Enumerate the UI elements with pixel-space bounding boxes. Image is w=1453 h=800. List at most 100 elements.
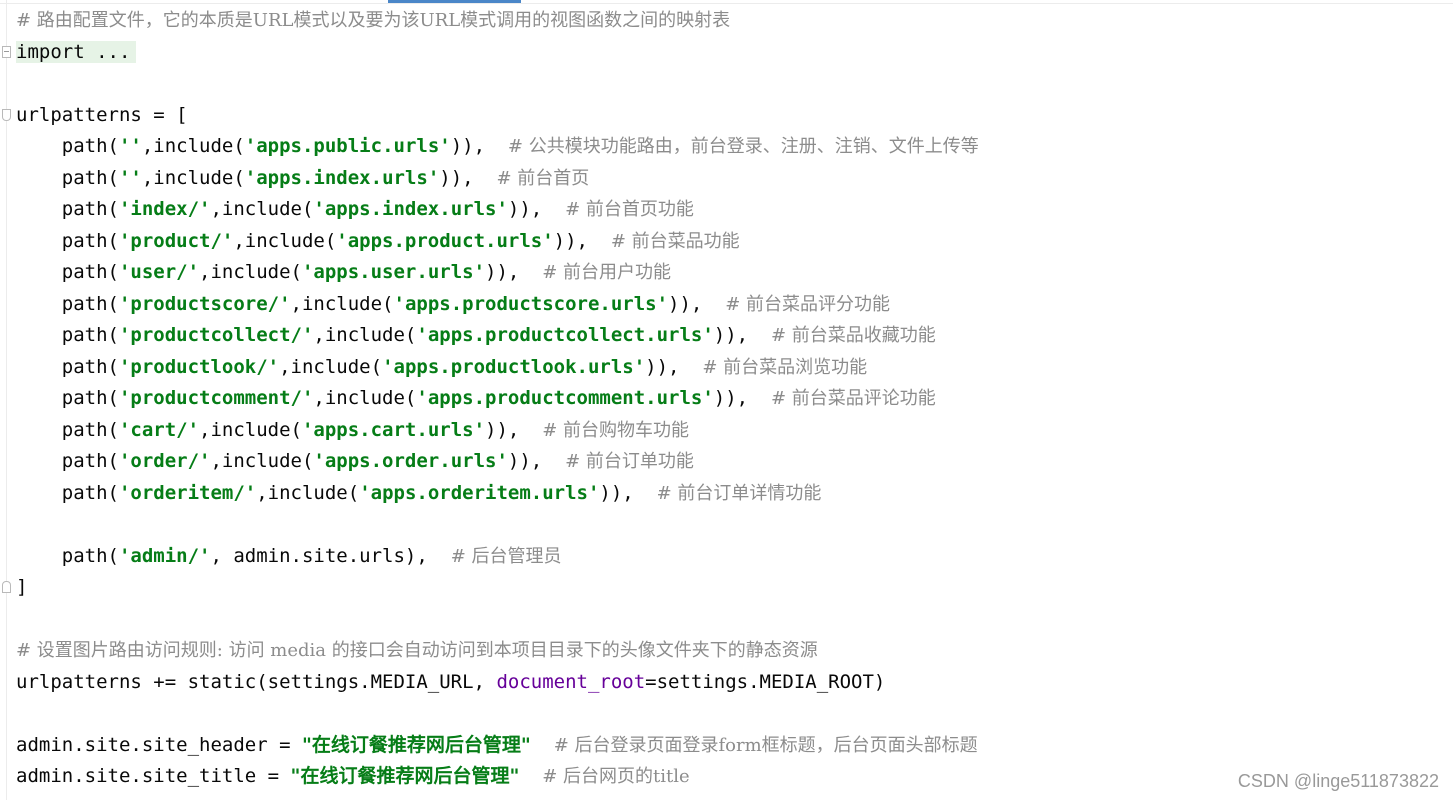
- code-string: 'index/': [118, 198, 211, 220]
- code-comment: # 前台订单功能: [565, 451, 694, 472]
- code-comment: # 前台菜品收藏功能: [771, 325, 936, 346]
- code-string: 'apps.order.urls': [313, 450, 508, 472]
- code-token: path(: [16, 198, 119, 220]
- code-string: 'orderitem/': [118, 481, 257, 504]
- code-comment: # 后台网页的title: [542, 766, 690, 787]
- code-line[interactable]: import ...: [2, 37, 1453, 69]
- code-string: 'admin/': [118, 544, 211, 567]
- code-token: )),: [485, 261, 543, 283]
- code-token: urlpatterns = [: [16, 103, 188, 126]
- code-token: )),: [553, 229, 611, 252]
- code-token: path(: [16, 135, 119, 157]
- code-line[interactable]: path('admin/', admin.site.urls), # 后台管理员: [16, 541, 1453, 573]
- code-comment: # 前台菜品评分功能: [725, 293, 891, 315]
- code-comment: # 前台菜品浏览功能: [702, 356, 868, 378]
- code-string: 'user/': [118, 261, 200, 283]
- code-token: )),: [599, 481, 657, 504]
- code-line[interactable]: path('productcomment/',include('apps.pro…: [16, 383, 1453, 415]
- code-token: ,include(: [141, 135, 245, 157]
- code-string: 'productscore/': [118, 292, 291, 315]
- code-string: 'productcollect/': [118, 324, 314, 346]
- code-string: 'apps.productscore.urls': [393, 292, 669, 315]
- code-token: path(: [16, 324, 119, 346]
- code-comment: # 前台订单详情功能: [656, 482, 822, 504]
- code-string: "在线订餐推荐网后台管理": [301, 733, 531, 756]
- code-token: path(: [16, 450, 119, 472]
- code-comment: # 后台管理员: [450, 545, 562, 567]
- code-string: 'cart/': [118, 418, 200, 441]
- code-token: =settings.MEDIA_ROOT): [645, 670, 886, 693]
- code-line[interactable]: path('cart/',include('apps.cart.urls')),…: [16, 415, 1453, 447]
- code-token: admin.site.site_title =: [16, 765, 291, 787]
- code-token: admin.site.site_header =: [16, 733, 302, 756]
- code-line[interactable]: path('',include('apps.index.urls')), # 前…: [16, 163, 1453, 195]
- code-line[interactable]: # 设置图片路由访问规则: 访问 media 的接口会自动访问到本项目目录下的头…: [16, 635, 1453, 667]
- code-token: path(: [16, 229, 119, 252]
- code-token: )),: [439, 166, 497, 189]
- code-string: 'apps.index.urls': [244, 166, 440, 189]
- code-lines[interactable]: # 路由配置文件，它的本质是URL模式以及要为该URL模式调用的视图函数之间的映…: [2, 5, 1453, 793]
- code-token: ,include(: [290, 292, 394, 315]
- fold-marker-icon[interactable]: [2, 108, 11, 121]
- code-token: )),: [713, 324, 771, 346]
- code-string: 'apps.public.urls': [244, 135, 451, 157]
- code-token: ]: [16, 576, 28, 598]
- code-line[interactable]: [16, 509, 1453, 541]
- code-string: 'product/': [118, 229, 234, 252]
- code-token: )),: [485, 418, 543, 441]
- code-line[interactable]: path('',include('apps.public.urls')), # …: [16, 131, 1453, 163]
- code-token: )),: [450, 135, 508, 157]
- code-token: ,include(: [199, 261, 302, 283]
- code-string: '': [118, 135, 142, 157]
- code-string: 'apps.index.urls': [313, 198, 508, 220]
- code-line[interactable]: [16, 604, 1453, 636]
- code-line[interactable]: [16, 68, 1453, 100]
- code-string: 'apps.cart.urls': [301, 418, 486, 441]
- code-line[interactable]: admin.site.site_header = "在线订餐推荐网后台管理" #…: [16, 730, 1453, 762]
- code-string: 'apps.productlook.urls': [382, 355, 646, 378]
- code-string: 'apps.productcollect.urls': [416, 324, 714, 346]
- code-token: , admin.site.urls),: [210, 544, 451, 567]
- code-string: 'order/': [118, 450, 211, 472]
- code-string: 'apps.user.urls': [301, 261, 486, 283]
- code-comment: # 前台菜品评论功能: [771, 388, 936, 409]
- code-editor[interactable]: # 路由配置文件，它的本质是URL模式以及要为该URL模式调用的视图函数之间的映…: [0, 0, 1453, 800]
- code-comment: # 后台登录页面登录form框标题，后台页面头部标题: [553, 734, 978, 756]
- code-token: ,include(: [313, 387, 417, 409]
- code-keyword-arg: document_root: [496, 670, 646, 693]
- code-token: )),: [713, 387, 771, 409]
- code-string: 'productlook/': [118, 355, 280, 378]
- code-line[interactable]: # 路由配置文件，它的本质是URL模式以及要为该URL模式调用的视图函数之间的映…: [16, 5, 1453, 37]
- top-divider: [0, 3, 1453, 4]
- code-line[interactable]: urlpatterns = [: [2, 100, 1453, 132]
- code-line[interactable]: path('index/',include('apps.index.urls')…: [16, 194, 1453, 226]
- code-token: ,include(: [210, 450, 314, 472]
- code-token: )),: [645, 355, 703, 378]
- code-string: "在线订餐推荐网后台管理": [290, 765, 520, 787]
- fold-marker-icon[interactable]: [2, 581, 11, 593]
- code-line[interactable]: path('productlook/',include('apps.produc…: [16, 352, 1453, 384]
- code-line[interactable]: path('productcollect/',include('apps.pro…: [16, 320, 1453, 352]
- folded-import-block[interactable]: import ...: [16, 40, 137, 63]
- code-comment: # 前台用户功能: [542, 262, 672, 283]
- code-token: ,include(: [279, 355, 383, 378]
- code-line[interactable]: ]: [2, 572, 1453, 604]
- code-line[interactable]: path('product/',include('apps.product.ur…: [16, 226, 1453, 258]
- code-comment: # 路由配置文件，它的本质是URL模式以及要为该URL模式调用的视图函数之间的映…: [16, 10, 731, 31]
- code-token: )),: [507, 198, 566, 220]
- code-string: 'productcomment/': [118, 387, 314, 409]
- code-token: )),: [668, 292, 726, 315]
- code-line[interactable]: path('productscore/',include('apps.produ…: [16, 289, 1453, 321]
- code-token: path(: [16, 166, 119, 189]
- code-line[interactable]: path('orderitem/',include('apps.orderite…: [16, 478, 1453, 510]
- code-line[interactable]: [16, 698, 1453, 730]
- code-line[interactable]: path('order/',include('apps.order.urls')…: [16, 446, 1453, 478]
- code-string: 'apps.orderitem.urls': [359, 481, 600, 504]
- code-line[interactable]: path('user/',include('apps.user.urls')),…: [16, 257, 1453, 289]
- code-line[interactable]: urlpatterns += static(settings.MEDIA_URL…: [16, 667, 1453, 699]
- code-string: '': [118, 166, 142, 189]
- code-token: ,include(: [256, 481, 360, 504]
- expand-fold-icon[interactable]: [2, 45, 11, 58]
